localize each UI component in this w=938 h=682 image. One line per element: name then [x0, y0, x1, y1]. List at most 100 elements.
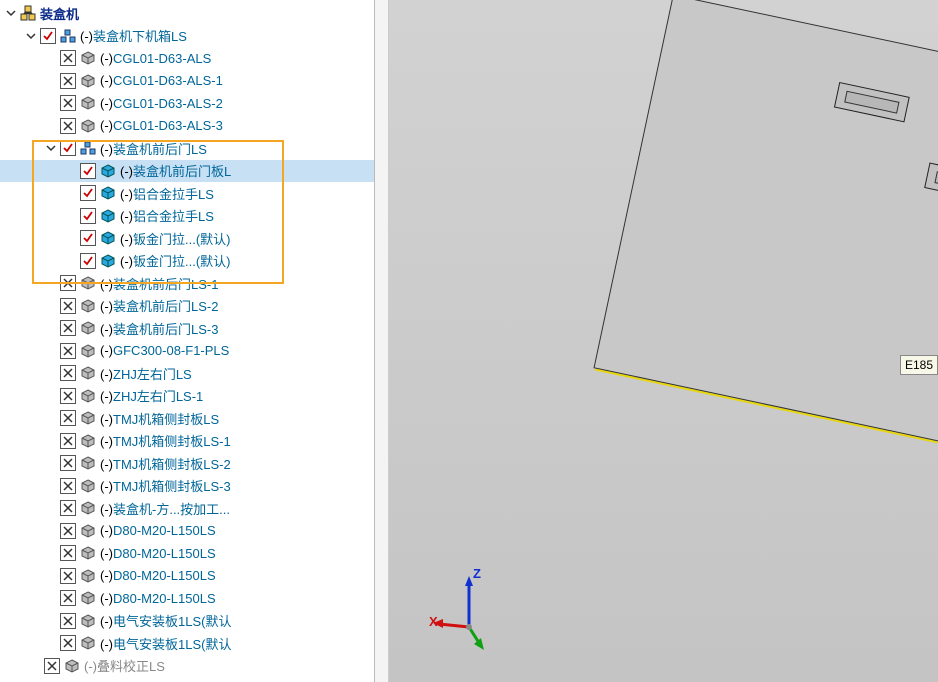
checkbox-x-icon[interactable]: [60, 118, 76, 134]
tree-item-label[interactable]: (-)TMJ机箱侧封板LS-2: [100, 454, 231, 473]
tree-item-label[interactable]: (-)钣金门拉...(默认): [120, 229, 231, 248]
part-grey-icon: [64, 658, 80, 674]
checkbox-x-icon[interactable]: [60, 410, 76, 426]
tree-item-label[interactable]: (-)TMJ机箱侧封板LS: [100, 409, 219, 428]
tree-row[interactable]: (-)装盒机前后门板L: [0, 160, 388, 183]
tree-item-label[interactable]: (-)电气安装板1LS(默认: [100, 611, 231, 630]
tree-row[interactable]: (-)CGL01-D63-ALS: [0, 47, 388, 70]
checkbox-checked-icon[interactable]: [40, 28, 56, 44]
tree-item-label[interactable]: (-)铝合金拉手LS: [120, 206, 214, 225]
caret-down-icon[interactable]: [24, 29, 38, 43]
tree-expanded-asm-row[interactable]: (-)装盒机前后门LS: [0, 137, 388, 160]
tree-item-label[interactable]: (-)电气安装板1LS(默认: [100, 634, 231, 653]
tree-item-label[interactable]: (-)装盒机前后门LS-1: [100, 274, 218, 293]
tree-row[interactable]: (-)CGL01-D63-ALS-3: [0, 115, 388, 138]
tree-item-label[interactable]: (-)D80-M20-L150LS: [100, 591, 216, 606]
checkbox-x-icon[interactable]: [60, 523, 76, 539]
checkbox-x-icon[interactable]: [60, 613, 76, 629]
checkbox-checked-icon[interactable]: [80, 163, 96, 179]
tree-item-label[interactable]: (-)ZHJ左右门LS-1: [100, 386, 203, 405]
tree-row[interactable]: (-)钣金门拉...(默认): [0, 227, 388, 250]
part-blue-icon: [100, 253, 116, 269]
tree-item-label[interactable]: (-)CGL01-D63-ALS-2: [100, 96, 223, 111]
checkbox-x-icon[interactable]: [60, 50, 76, 66]
checkbox-x-icon[interactable]: [60, 455, 76, 471]
checkbox-x-icon[interactable]: [60, 635, 76, 651]
tree-item-label[interactable]: (-)铝合金拉手LS: [120, 184, 214, 203]
checkbox-x-icon[interactable]: [60, 388, 76, 404]
checkbox-x-icon[interactable]: [60, 365, 76, 381]
tree-row[interactable]: (-)叠料校正LS: [0, 655, 388, 678]
viewport-tag[interactable]: E185: [900, 355, 938, 375]
tree-item-label[interactable]: (-)TMJ机箱侧封板LS-1: [100, 431, 231, 450]
graphics-viewport[interactable]: X Z E185: [389, 0, 938, 682]
checkbox-x-icon[interactable]: [60, 433, 76, 449]
tree-row[interactable]: (-)装盒机前后门LS-3: [0, 317, 388, 340]
checkbox-x-icon[interactable]: [60, 545, 76, 561]
tree-root-row[interactable]: 装盒机: [0, 2, 388, 25]
tree-row[interactable]: (-)TMJ机箱侧封板LS: [0, 407, 388, 430]
checkbox-x-icon[interactable]: [60, 320, 76, 336]
checkbox-checked-icon[interactable]: [80, 253, 96, 269]
checkbox-checked-icon[interactable]: [60, 140, 76, 156]
part-blue-icon: [100, 208, 116, 224]
tree-item-label[interactable]: (-)钣金门拉...(默认): [120, 251, 231, 270]
checkbox-x-icon[interactable]: [60, 568, 76, 584]
tree-item-label[interactable]: (-)D80-M20-L150LS: [100, 523, 216, 538]
tree-item-label[interactable]: (-)D80-M20-L150LS: [100, 568, 216, 583]
tree-item-label[interactable]: (-)装盒机前后门板L: [120, 161, 231, 180]
tree-item-label[interactable]: (-)装盒机下机箱LS: [80, 26, 187, 45]
tree-item-label[interactable]: (-)ZHJ左右门LS: [100, 364, 192, 383]
tree-row[interactable]: (-)ZHJ左右门LS-1: [0, 385, 388, 408]
tree-row[interactable]: (-)D80-M20-L150LS: [0, 587, 388, 610]
tree-row[interactable]: (-)CGL01-D63-ALS-1: [0, 70, 388, 93]
tree-row[interactable]: (-)D80-M20-L150LS: [0, 542, 388, 565]
tree-item-label[interactable]: (-)GFC300-08-F1-PLS: [100, 343, 229, 358]
tree-item-label[interactable]: (-)CGL01-D63-ALS: [100, 51, 211, 66]
tree-row[interactable]: (-)ZHJ左右门LS: [0, 362, 388, 385]
tree-root-label[interactable]: 装盒机: [40, 4, 79, 23]
tree-item-label[interactable]: (-)装盒机-方...按加工...: [100, 499, 230, 518]
checkbox-x-icon[interactable]: [60, 500, 76, 516]
tree-row[interactable]: (-)钣金门拉...(默认): [0, 250, 388, 273]
checkbox-checked-icon[interactable]: [80, 230, 96, 246]
tree-item-label[interactable]: (-)装盒机前后门LS-2: [100, 296, 218, 315]
tree-row[interactable]: (-)TMJ机箱侧封板LS-3: [0, 475, 388, 498]
checkbox-x-icon[interactable]: [60, 298, 76, 314]
tree-item-label[interactable]: (-)装盒机前后门LS: [100, 139, 207, 158]
tree-row[interactable]: (-)TMJ机箱侧封板LS-2: [0, 452, 388, 475]
tree-row[interactable]: (-)铝合金拉手LS: [0, 182, 388, 205]
feature-tree[interactable]: 装盒机 (-)装盒机下机箱LS (-)CGL01-D63-ALS: [0, 0, 388, 677]
checkbox-x-icon[interactable]: [60, 478, 76, 494]
tree-row[interactable]: (-)D80-M20-L150LS: [0, 565, 388, 588]
checkbox-x-icon[interactable]: [60, 73, 76, 89]
tree-row[interactable]: (-)电气安装板1LS(默认: [0, 610, 388, 633]
panel-divider[interactable]: [374, 0, 389, 682]
checkbox-x-icon[interactable]: [60, 95, 76, 111]
checkbox-x-icon[interactable]: [60, 343, 76, 359]
tree-row[interactable]: (-)CGL01-D63-ALS-2: [0, 92, 388, 115]
tree-item-label[interactable]: (-)CGL01-D63-ALS-1: [100, 73, 223, 88]
checkbox-x-icon[interactable]: [44, 658, 60, 674]
caret-down-icon[interactable]: [4, 6, 18, 20]
tree-row[interactable]: (-)D80-M20-L150LS: [0, 520, 388, 543]
caret-down-icon[interactable]: [44, 141, 58, 155]
checkbox-x-icon[interactable]: [60, 590, 76, 606]
tree-row[interactable]: (-)装盒机-方...按加工...: [0, 497, 388, 520]
tree-row[interactable]: (-)TMJ机箱侧封板LS-1: [0, 430, 388, 453]
tree-item-label[interactable]: (-)CGL01-D63-ALS-3: [100, 118, 223, 133]
tree-row[interactable]: (-)装盒机前后门LS-2: [0, 295, 388, 318]
checkbox-checked-icon[interactable]: [80, 208, 96, 224]
checkbox-checked-icon[interactable]: [80, 185, 96, 201]
tree-row[interactable]: (-)装盒机前后门LS-1: [0, 272, 388, 295]
tree-row[interactable]: (-)铝合金拉手LS: [0, 205, 388, 228]
tree-row[interactable]: (-)GFC300-08-F1-PLS: [0, 340, 388, 363]
tree-item-label[interactable]: (-)TMJ机箱侧封板LS-3: [100, 476, 231, 495]
tree-row[interactable]: (-)电气安装板1LS(默认: [0, 632, 388, 655]
tree-subassembly-row[interactable]: (-)装盒机下机箱LS: [0, 25, 388, 48]
tree-item-label[interactable]: (-)D80-M20-L150LS: [100, 546, 216, 561]
tree-item-label[interactable]: (-)装盒机前后门LS-3: [100, 319, 218, 338]
coordinate-triad[interactable]: X Z: [429, 572, 509, 652]
tree-item-label[interactable]: (-)叠料校正LS: [84, 656, 165, 675]
checkbox-x-icon[interactable]: [60, 275, 76, 291]
